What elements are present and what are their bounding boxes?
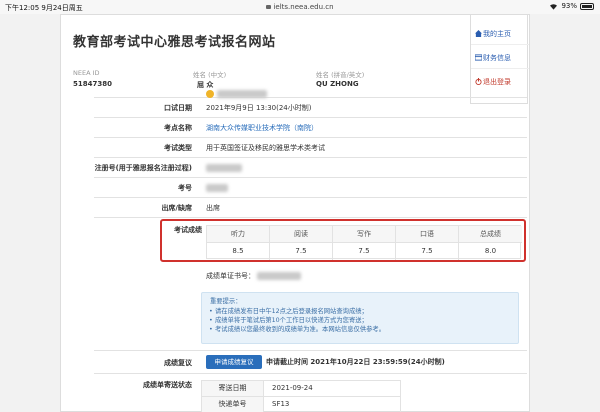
venue-label: 考点名称 — [164, 124, 192, 132]
side-item-finance-label: 财务信息 — [483, 54, 511, 62]
table-row: 快递单号 SF13 — [202, 397, 400, 412]
report-number-label: 成绩单证书号： — [206, 272, 255, 280]
score-listening: 听力 8.5 — [207, 226, 270, 260]
battery-icon — [580, 2, 594, 10]
score-header: 听力 — [207, 226, 269, 243]
venue-link[interactable]: 湖南大众传媒职业技术学院（南院） — [206, 123, 318, 133]
score-value: 8.0 — [484, 247, 497, 255]
redacted-text — [257, 272, 301, 280]
attendance-label: 出席/缺席 — [161, 204, 192, 212]
score-header: 总成绩 — [459, 226, 522, 243]
oral-date-value: 2021年9月9日 13:30(24小时制) — [206, 104, 312, 112]
name-py-value: QU ZHONG — [316, 80, 359, 88]
table-row: 注册号(用于雅思报名注册过程) — [94, 159, 527, 178]
reg-no-label: 注册号(用于雅思报名注册过程) — [94, 164, 192, 172]
shipping-label: 成绩单寄送状态 — [143, 381, 192, 389]
table-row: 考号 — [94, 179, 527, 198]
notice-item: 成绩单将于笔试后第10个工作日以快递方式为您寄送； — [209, 316, 510, 325]
badge-icon — [206, 89, 214, 98]
notice-item: 请在成绩发布日中午12点之后登录报名网站查询成绩； — [209, 307, 510, 316]
score-overall: 总成绩 8.0 — [459, 226, 522, 260]
power-icon — [475, 78, 482, 85]
exam-no-label: 考号 — [178, 184, 192, 192]
neea-id-label: NEEA ID — [73, 69, 100, 77]
score-header: 阅读 — [270, 226, 332, 243]
apply-review-button[interactable]: 申请成绩复议 — [206, 355, 262, 369]
tracking-value: SF13 — [272, 400, 290, 408]
score-reading: 阅读 7.5 — [270, 226, 333, 260]
table-row: 考试类型 用于英国签证及移民的雅思学术类考试 — [94, 139, 527, 158]
report-number: 成绩单证书号： — [206, 271, 301, 281]
score-writing: 写作 7.5 — [333, 226, 396, 260]
tracking-key: 快递单号 — [202, 397, 264, 412]
review-label: 成绩复议 — [164, 359, 192, 367]
ship-date-key: 寄送日期 — [202, 381, 264, 396]
url-text: ielts.neea.edu.cn — [273, 3, 334, 11]
name-cn-value: 屈 众 — [197, 81, 214, 89]
table-row — [94, 89, 527, 98]
score-value: 7.5 — [295, 247, 307, 255]
side-item-home[interactable]: 我的主页 — [471, 23, 529, 45]
oral-date-label: 口试日期 — [164, 104, 192, 112]
table-row: 考点名称 湖南大众传媒职业技术学院（南院） — [94, 119, 527, 138]
score-header: 写作 — [333, 226, 395, 243]
wifi-icon — [550, 3, 558, 10]
score-header: 口语 — [396, 226, 458, 243]
score-value: 8.5 — [232, 247, 244, 255]
side-item-finance[interactable]: 财务信息 — [471, 47, 529, 69]
shipping-table: 寄送日期 2021-09-24 快递单号 SF13 — [201, 380, 401, 412]
finance-icon — [475, 54, 482, 61]
important-notice: 重要提示： 请在成绩发布日中午12点之后登录报名网站查询成绩； 成绩单将于笔试后… — [201, 292, 519, 344]
redacted-text — [206, 164, 242, 172]
exam-type-value: 用于英国签证及移民的雅思学术类考试 — [206, 144, 325, 152]
scores-table: 听力 8.5 阅读 7.5 写作 7.5 口语 7.5 总成绩 8.0 — [206, 225, 522, 260]
table-row: 出席/缺席 出席 — [94, 199, 527, 218]
lock-icon — [266, 5, 272, 9]
ship-date-value: 2021-09-24 — [272, 384, 313, 392]
page-title: 教育部考试中心雅思考试报名网站 — [73, 35, 276, 50]
scores-label: 考试成绩 — [174, 226, 202, 234]
side-item-home-label: 我的主页 — [483, 30, 511, 38]
score-value: 7.5 — [358, 247, 370, 255]
redacted-text — [217, 89, 267, 98]
attendance-value: 出席 — [206, 204, 220, 212]
name-py-label: 姓名 (拼音/英文) — [316, 71, 365, 79]
side-item-logout-label: 退出登录 — [483, 78, 511, 86]
address-bar[interactable]: ielts.neea.edu.cn — [0, 3, 600, 11]
status-bar: 下午12:05 9月24日周五 ielts.neea.edu.cn 93% — [0, 0, 600, 14]
exam-type-label: 考试类型 — [164, 144, 192, 152]
redacted-text — [206, 184, 228, 192]
home-icon — [475, 30, 482, 37]
name-cn-label: 姓名 (中文) — [193, 71, 227, 79]
scores-highlight: 考试成绩 听力 8.5 阅读 7.5 写作 7.5 口语 7.5 总成绩 8.0 — [160, 219, 526, 262]
battery-percent: 93% — [561, 2, 577, 10]
neea-id-value: 51847380 — [73, 80, 112, 88]
score-value: 7.5 — [421, 247, 433, 255]
table-row: 口试日期 2021年9月9日 13:30(24小时制) — [94, 99, 527, 118]
review-deadline: 申请截止时间 2021年10月22日 23:59:59(24小时制) — [266, 358, 445, 366]
notice-item: 考试成绩以您最终收到的成绩单为准。本网站信息仅供参考。 — [209, 325, 510, 334]
notice-title: 重要提示： — [210, 298, 242, 305]
table-row: 寄送日期 2021-09-24 — [202, 381, 400, 397]
score-speaking: 口语 7.5 — [396, 226, 459, 260]
